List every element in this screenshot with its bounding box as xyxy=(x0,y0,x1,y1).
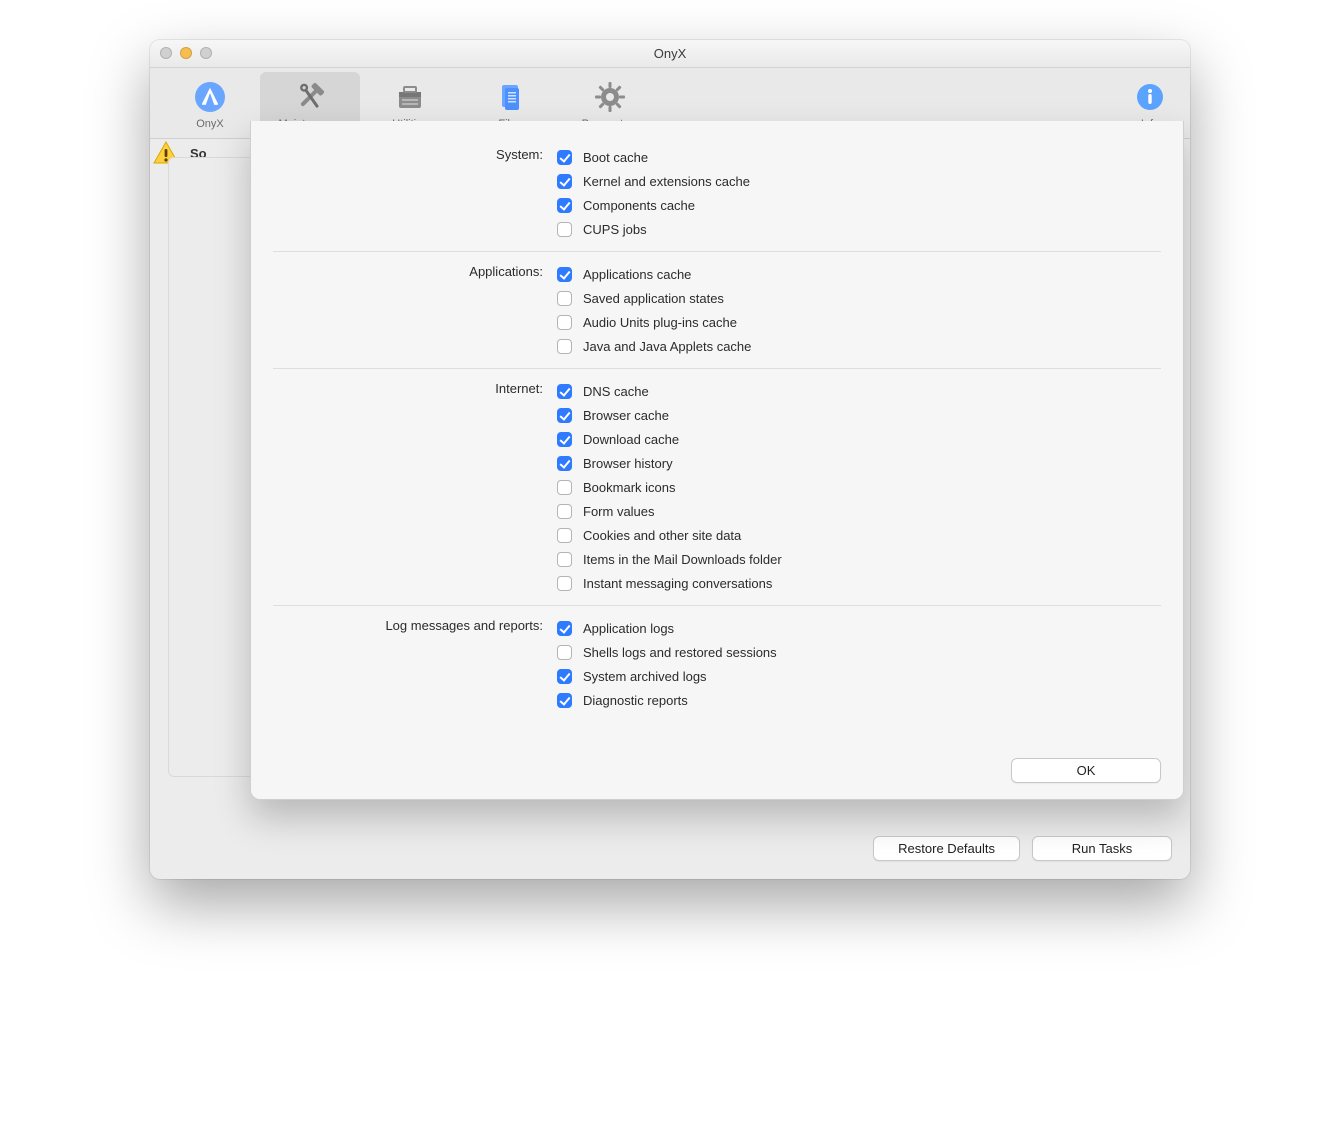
run-tasks-button[interactable]: Run Tasks xyxy=(1032,836,1172,861)
section-options: Applications cache Saved application stat… xyxy=(553,262,1161,358)
option-label: Diagnostic reports xyxy=(583,693,688,708)
option-checkbox[interactable] xyxy=(557,576,572,591)
option-checkbox[interactable] xyxy=(557,198,572,213)
option-label: Download cache xyxy=(583,432,679,447)
option-row[interactable]: Shells logs and restored sessions xyxy=(553,640,1161,664)
option-label: Browser history xyxy=(583,456,673,471)
section-options: Application logs Shells logs and restored… xyxy=(553,616,1161,712)
tools-icon xyxy=(260,78,360,116)
gear-icon xyxy=(560,78,660,116)
option-checkbox[interactable] xyxy=(557,384,572,399)
option-row[interactable]: Application logs xyxy=(553,616,1161,640)
option-label: Applications cache xyxy=(583,267,691,282)
option-row[interactable]: Kernel and extensions cache xyxy=(553,169,1161,193)
options-sheet: System: Boot cache Kernel and extensions c… xyxy=(250,121,1184,800)
option-row[interactable]: System archived logs xyxy=(553,664,1161,688)
option-label: CUPS jobs xyxy=(583,222,647,237)
option-row[interactable]: CUPS jobs xyxy=(553,217,1161,241)
option-row[interactable]: Cookies and other site data xyxy=(553,523,1161,547)
option-label: Shells logs and restored sessions xyxy=(583,645,777,660)
option-checkbox[interactable] xyxy=(557,339,572,354)
option-row[interactable]: Instant messaging conversations xyxy=(553,571,1161,595)
option-checkbox[interactable] xyxy=(557,480,572,495)
restore-defaults-button[interactable]: Restore Defaults xyxy=(873,836,1020,861)
option-label: DNS cache xyxy=(583,384,649,399)
option-row[interactable]: Components cache xyxy=(553,193,1161,217)
section-label: System: xyxy=(273,145,553,162)
option-label: Form values xyxy=(583,504,655,519)
option-checkbox[interactable] xyxy=(557,222,572,237)
section: Log messages and reports:Application log… xyxy=(273,605,1161,722)
option-row[interactable]: Boot cache xyxy=(553,145,1161,169)
option-row[interactable]: Download cache xyxy=(553,427,1161,451)
section-label: Internet: xyxy=(273,379,553,396)
option-label: Browser cache xyxy=(583,408,669,423)
info-icon xyxy=(1120,78,1180,116)
option-row[interactable]: Browser history xyxy=(553,451,1161,475)
option-checkbox[interactable] xyxy=(557,291,572,306)
footer-buttons: Restore Defaults Run Tasks xyxy=(873,836,1172,861)
option-label: Audio Units plug-ins cache xyxy=(583,315,737,330)
option-checkbox[interactable] xyxy=(557,150,572,165)
section-label: Log messages and reports: xyxy=(273,616,553,633)
option-label: System archived logs xyxy=(583,669,707,684)
option-checkbox[interactable] xyxy=(557,645,572,660)
option-label: Items in the Mail Downloads folder xyxy=(583,552,782,567)
files-icon xyxy=(460,78,560,116)
app-window: OnyX OnyX xyxy=(150,40,1190,879)
option-checkbox[interactable] xyxy=(557,315,572,330)
section: Internet: DNS cache Browser cache Download … xyxy=(273,368,1161,605)
section: Applications: Applications cache Saved app… xyxy=(273,251,1161,368)
option-checkbox[interactable] xyxy=(557,174,572,189)
option-row[interactable]: Java and Java Applets cache xyxy=(553,334,1161,358)
option-row[interactable]: Items in the Mail Downloads folder xyxy=(553,547,1161,571)
option-checkbox[interactable] xyxy=(557,621,572,636)
ok-button[interactable]: OK xyxy=(1011,758,1161,783)
minimize-window-button[interactable] xyxy=(180,47,192,59)
titlebar: OnyX xyxy=(150,40,1190,68)
option-checkbox[interactable] xyxy=(557,552,572,567)
toolbox-icon xyxy=(360,78,460,116)
option-label: Kernel and extensions cache xyxy=(583,174,750,189)
option-row[interactable]: Applications cache xyxy=(553,262,1161,286)
option-checkbox[interactable] xyxy=(557,693,572,708)
option-checkbox[interactable] xyxy=(557,456,572,471)
option-row[interactable]: Audio Units plug-ins cache xyxy=(553,310,1161,334)
option-label: Components cache xyxy=(583,198,695,213)
option-label: Application logs xyxy=(583,621,674,636)
option-label: Saved application states xyxy=(583,291,724,306)
section-options: Boot cache Kernel and extensions cache Com… xyxy=(553,145,1161,241)
traffic-lights xyxy=(160,47,212,59)
onyx-icon xyxy=(160,78,260,116)
option-checkbox[interactable] xyxy=(557,669,572,684)
option-label: Java and Java Applets cache xyxy=(583,339,751,354)
option-label: Cookies and other site data xyxy=(583,528,741,543)
option-checkbox[interactable] xyxy=(557,528,572,543)
window-title: OnyX xyxy=(654,46,687,61)
section-label: Applications: xyxy=(273,262,553,279)
window-body: So Restore Defaults Run Tasks System:Boo… xyxy=(150,139,1190,879)
sheet-footer: OK xyxy=(273,722,1161,783)
option-row[interactable]: Diagnostic reports xyxy=(553,688,1161,712)
option-row[interactable]: DNS cache xyxy=(553,379,1161,403)
option-row[interactable]: Bookmark icons xyxy=(553,475,1161,499)
section: System: Boot cache Kernel and extensions c… xyxy=(273,135,1161,251)
option-checkbox[interactable] xyxy=(557,432,572,447)
option-checkbox[interactable] xyxy=(557,408,572,423)
close-window-button[interactable] xyxy=(160,47,172,59)
option-checkbox[interactable] xyxy=(557,504,572,519)
section-options: DNS cache Browser cache Download cache Brow… xyxy=(553,379,1161,595)
option-label: Bookmark icons xyxy=(583,480,675,495)
option-checkbox[interactable] xyxy=(557,267,572,282)
option-row[interactable]: Form values xyxy=(553,499,1161,523)
toolbar-item-onyx[interactable]: OnyX xyxy=(160,72,260,132)
option-label: Boot cache xyxy=(583,150,648,165)
zoom-window-button[interactable] xyxy=(200,47,212,59)
toolbar-label: OnyX xyxy=(160,118,260,130)
option-label: Instant messaging conversations xyxy=(583,576,772,591)
option-row[interactable]: Saved application states xyxy=(553,286,1161,310)
option-row[interactable]: Browser cache xyxy=(553,403,1161,427)
